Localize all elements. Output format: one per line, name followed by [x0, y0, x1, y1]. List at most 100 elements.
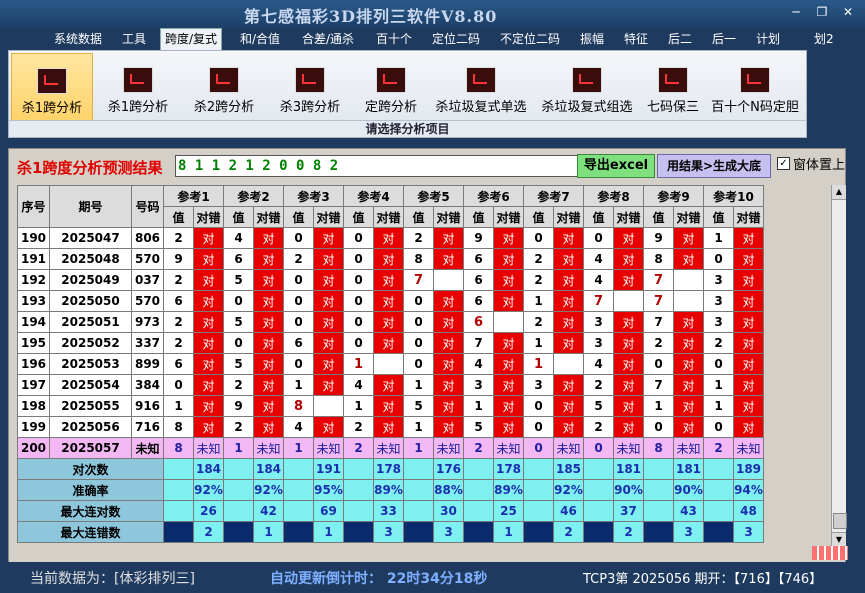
- ref-result: 对: [553, 269, 584, 291]
- ribbon-fixed-span[interactable]: 定跨分析: [355, 53, 427, 119]
- menu-positions[interactable]: 百十个: [372, 30, 416, 48]
- ref-value: 6: [283, 332, 314, 354]
- pin-window-checkbox[interactable]: ✓: [777, 157, 790, 170]
- ref-value: 0: [523, 395, 554, 417]
- ref-result: 对: [733, 374, 764, 396]
- menu-last-two[interactable]: 后二: [664, 30, 696, 48]
- stat-pad: [703, 500, 734, 522]
- export-excel-button[interactable]: 导出excel: [577, 154, 655, 178]
- menu-unpos-two[interactable]: 不定位二码: [496, 30, 564, 48]
- menu-amplitude[interactable]: 振幅: [576, 30, 608, 48]
- ref-result: 对: [733, 311, 764, 333]
- ribbon-junk-single[interactable]: 杀垃圾复式单选: [429, 53, 533, 119]
- result-subheader: 对错: [553, 206, 584, 228]
- stat-value: 92%: [553, 479, 584, 501]
- ref-value: 7: [463, 332, 494, 354]
- scroll-down-icon[interactable]: ▼: [832, 532, 846, 547]
- ref-result: 对: [253, 227, 284, 249]
- ref-result: 对: [253, 353, 284, 375]
- row-number: 未知: [131, 437, 164, 459]
- ref-header: 参考7: [523, 185, 584, 207]
- minimize-button[interactable]: ─: [786, 4, 806, 20]
- stat-pad: [523, 479, 554, 501]
- table-row[interactable]: 197 2025054 384 0 对 2 对 1 对 4 对 1 对 3 对 3 对 2 对 7 对 1 对: [17, 374, 764, 396]
- ref-value: 3: [523, 374, 554, 396]
- close-button[interactable]: ✕: [838, 4, 858, 20]
- result-field[interactable]: 8 1 1 2 1 2 0 0 8 2: [175, 155, 585, 177]
- stat-pad: [523, 458, 554, 480]
- vertical-scrollbar[interactable]: ▲ ▼: [831, 185, 847, 547]
- ribbon-kill-span3[interactable]: 杀3跨分析: [269, 53, 351, 119]
- ribbon-kill-span1-b[interactable]: 杀1跨分析: [97, 53, 179, 119]
- scroll-thumb[interactable]: [833, 513, 847, 529]
- menu-plan-2[interactable]: 划2: [810, 30, 838, 48]
- pending-row[interactable]: 200 2025057 未知 8 未知 1 未知 1 未知 2 未知 1 未知 2 未知 0 未知 0 未知 8 未知 2…: [17, 437, 764, 459]
- row-index: 192: [17, 269, 50, 291]
- ref-value: 5: [403, 395, 434, 417]
- ref-result: 未知: [493, 437, 524, 459]
- table-row[interactable]: 190 2025047 806 2 对 4 对 0 对 0 对 2 对 9 对 0 对 0 对 9 对 1 对: [17, 227, 764, 249]
- ref-result: 对: [733, 269, 764, 291]
- stat-value: 26: [193, 500, 224, 522]
- menu-plan[interactable]: 计划: [752, 30, 784, 48]
- ref-value: 0: [283, 353, 314, 375]
- table-row[interactable]: 196 2025053 899 6 对 5 对 0 对 1 0 对 4 对 1 4 对 0 对 0 对: [17, 353, 764, 375]
- table-row[interactable]: 198 2025055 916 1 对 9 对 8 1 对 5 对 1 对 0 对 5 对 1 对 1 对: [17, 395, 764, 417]
- generate-base-button[interactable]: 用结果>生成大底: [657, 154, 771, 178]
- stat-value: 1: [253, 521, 284, 543]
- table-row[interactable]: 193 2025050 570 6 对 0 对 0 对 0 对 0 对 6 对 1 对 7 7 3 对: [17, 290, 764, 312]
- menu-last-one[interactable]: 后一: [708, 30, 740, 48]
- menu-feature[interactable]: 特征: [620, 30, 652, 48]
- ribbon-n-code[interactable]: 百十个N码定胆: [707, 53, 803, 119]
- ref-value: 0: [343, 248, 374, 270]
- menu-system-data[interactable]: 系统数据: [50, 30, 106, 48]
- row-number: 037: [131, 269, 164, 291]
- ref-value: 4: [463, 353, 494, 375]
- row-period: 2025056: [49, 416, 132, 438]
- menu-diff-kill[interactable]: 合差/通杀: [298, 30, 358, 48]
- ref-result: 未知: [673, 437, 704, 459]
- chart-icon: [658, 67, 688, 93]
- ribbon-kill-span1-a[interactable]: 杀1跨分析: [11, 53, 93, 121]
- scroll-up-icon[interactable]: ▲: [832, 185, 846, 200]
- ribbon-seven-code[interactable]: 七码保三: [641, 53, 705, 119]
- table-row[interactable]: 199 2025056 716 8 对 2 对 4 对 2 对 1 对 5 对 0 对 2 对 0 对 0 对: [17, 416, 764, 438]
- table-row[interactable]: 195 2025052 337 2 对 0 对 6 对 0 对 0 对 7 对 1 对 3 对 2 对 2 对: [17, 332, 764, 354]
- ref-result: 对: [253, 416, 284, 438]
- ref-value: 2: [463, 437, 494, 459]
- stat-pad: [403, 479, 434, 501]
- table-row[interactable]: 192 2025049 037 2 对 5 对 0 对 0 对 7 6 对 2 对 4 对 7 3 对: [17, 269, 764, 291]
- stat-pad: [283, 500, 314, 522]
- table-row[interactable]: 191 2025048 570 9 对 6 对 2 对 0 对 8 对 6 对 2 对 4 对 8 对 0 对: [17, 248, 764, 270]
- ref-value: 0: [523, 416, 554, 438]
- result-subheader: 对错: [613, 206, 644, 228]
- ribbon-label: 杀1跨分析: [21, 101, 83, 116]
- stat-value: 3: [433, 521, 464, 543]
- result-subheader: 对错: [433, 206, 464, 228]
- menu-tools[interactable]: 工具: [118, 30, 150, 48]
- ref-header: 参考3: [283, 185, 344, 207]
- stat-pad: [463, 521, 494, 543]
- menu-sum[interactable]: 和/合值: [236, 30, 284, 48]
- maximize-button[interactable]: ❐: [812, 4, 832, 20]
- ref-value: 2: [163, 227, 194, 249]
- ref-value: 2: [223, 374, 254, 396]
- table-row[interactable]: 194 2025051 973 2 对 5 对 0 对 0 对 0 对 6 2 对 3 对 7 对 3 对: [17, 311, 764, 333]
- ref-result: 对: [553, 227, 584, 249]
- ribbon-junk-group[interactable]: 杀垃圾复式组选: [535, 53, 639, 119]
- menu-pos-two[interactable]: 定位二码: [428, 30, 484, 48]
- ref-result: 对: [313, 227, 344, 249]
- ref-value: 1: [223, 437, 254, 459]
- ref-value: 6: [463, 248, 494, 270]
- ref-value: 1: [283, 437, 314, 459]
- result-subheader: 对错: [673, 206, 704, 228]
- ref-value: 2: [583, 374, 614, 396]
- ribbon-kill-span2[interactable]: 杀2跨分析: [183, 53, 265, 119]
- stat-value: 191: [313, 458, 344, 480]
- menu-span-multi[interactable]: 跨度/复式: [160, 28, 223, 50]
- row-index: 190: [17, 227, 50, 249]
- ref-value: 7: [643, 374, 674, 396]
- ref-result: 未知: [193, 437, 224, 459]
- ref-result: 对: [613, 416, 644, 438]
- stat-value: 43: [673, 500, 704, 522]
